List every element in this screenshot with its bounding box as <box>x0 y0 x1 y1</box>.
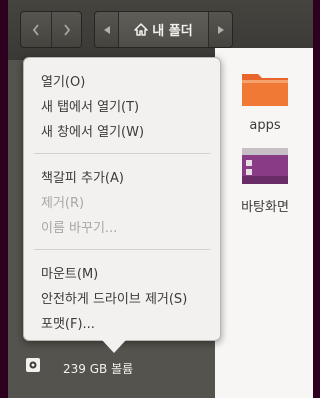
file-item-apps[interactable]: apps <box>225 68 305 133</box>
path-scroll-left-button[interactable] <box>95 12 119 47</box>
file-label: apps <box>249 118 281 133</box>
menu-item-remove: 제거(R) <box>41 196 85 211</box>
menu-item-open[interactable]: 열기(O) <box>24 68 220 93</box>
forward-button[interactable] <box>51 12 81 47</box>
menu-separator <box>34 249 210 250</box>
menu-item-rename: 이름 바꾸기... <box>41 221 118 236</box>
desktop-folder-icon <box>242 148 288 184</box>
drive-icon <box>26 358 40 372</box>
file-label: 바탕화면 <box>241 200 289 215</box>
menu-separator <box>34 153 210 154</box>
menu-item-format[interactable]: 포맷(F)... <box>24 310 220 335</box>
menu-item-open-new-window[interactable]: 새 창에서 열기(W) <box>24 118 220 143</box>
menu-item-add-bookmark[interactable]: 책갈피 추가(A) <box>24 164 220 189</box>
home-icon <box>134 23 149 36</box>
triangle-right-icon <box>217 25 224 34</box>
menu-item-safely-remove[interactable]: 안전하게 드라이브 제거(S) <box>24 285 220 310</box>
triangle-left-icon <box>103 25 110 34</box>
breadcrumb-home[interactable]: 내 폴더 <box>119 12 208 47</box>
breadcrumb-label: 내 폴더 <box>152 24 193 39</box>
menu-item-open-new-tab[interactable]: 새 탭에서 열기(T) <box>24 93 220 118</box>
file-item-desktop[interactable]: 바탕화면 <box>225 146 305 215</box>
chevron-left-icon <box>32 23 39 36</box>
chevron-right-icon <box>63 23 70 36</box>
path-bar: 내 폴더 <box>94 11 233 48</box>
menu-item-mount[interactable]: 마운트(M) <box>24 260 220 285</box>
sidebar-item-label: 239 GB 볼륨 <box>63 362 134 376</box>
path-scroll-right-button[interactable] <box>208 12 232 47</box>
folder-icon <box>242 74 288 106</box>
navigation-buttons <box>20 11 82 48</box>
file-view: apps 바탕화면 <box>215 48 313 398</box>
context-menu-pointer <box>102 340 126 353</box>
back-button[interactable] <box>21 12 51 47</box>
context-menu: 열기(O) 새 탭에서 열기(T) 새 창에서 열기(W) 책갈피 추가(A) … <box>23 57 221 341</box>
